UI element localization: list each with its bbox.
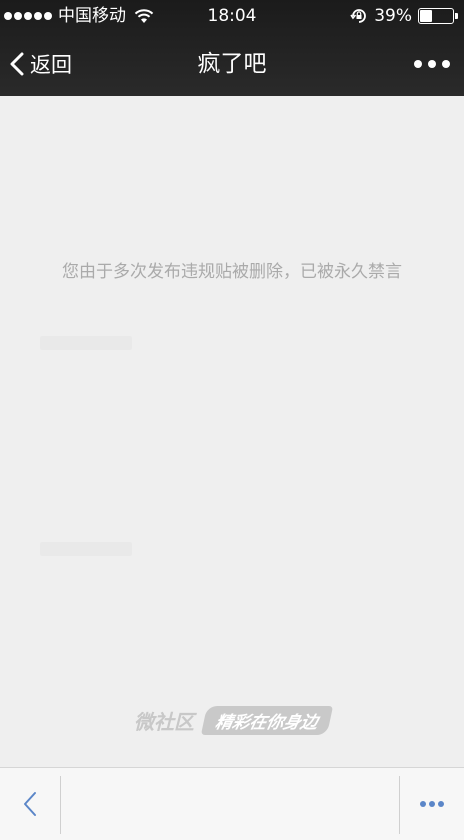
rotation-lock-icon — [350, 9, 367, 23]
page-title: 疯了吧 — [197, 51, 267, 77]
chevron-left-icon — [24, 792, 36, 816]
toolbar-more-button[interactable] — [400, 768, 464, 840]
status-right: 39% — [350, 6, 458, 26]
bottom-toolbar — [0, 767, 464, 840]
more-dots-icon — [414, 60, 422, 68]
placeholder-line — [40, 336, 132, 350]
battery-icon — [418, 8, 458, 24]
brand-footer: 微社区 精彩在你身边 — [0, 706, 464, 735]
ban-message: 您由于多次发布违规贴被删除，已被永久禁言 — [62, 262, 402, 282]
brand-name: 微社区 — [134, 710, 194, 734]
toolbar-divider — [60, 776, 61, 834]
battery-percent: 39% — [374, 6, 412, 26]
status-bar: 中国移动 18:04 39% — [0, 0, 464, 34]
placeholder-line — [40, 542, 132, 556]
top-bar: 中国移动 18:04 39% 返回 疯了吧 — [0, 0, 464, 96]
more-options-button[interactable] — [414, 54, 450, 74]
main-content: 您由于多次发布违规贴被删除，已被永久禁言 微社区 精彩在你身边 — [0, 96, 464, 767]
browser-back-button[interactable] — [0, 768, 60, 840]
battery-fill — [420, 10, 432, 22]
more-dots-icon — [420, 801, 426, 807]
brand-slogan: 精彩在你身边 — [200, 706, 334, 735]
nav-bar: 返回 疯了吧 — [0, 34, 464, 96]
